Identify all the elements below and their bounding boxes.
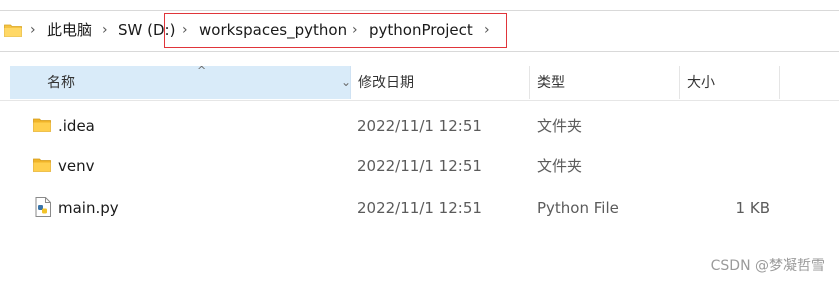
breadcrumb-item-this-pc[interactable]: 此电脑 [47,20,92,40]
column-header-date[interactable]: 修改日期 [358,74,414,92]
folder-icon [33,158,51,172]
file-size: 1 KB [735,199,770,217]
column-divider[interactable] [779,66,780,99]
file-type: Python File [537,199,619,217]
list-item[interactable]: main.py 2022/11/1 12:51 Python File 1 KB [0,188,839,228]
file-date: 2022/11/1 12:51 [357,157,482,175]
list-item[interactable]: .idea 2022/11/1 12:51 文件夹 [0,106,839,146]
chevron-right-icon[interactable]: › [102,20,108,40]
address-bar[interactable]: › 此电脑 › SW (D:) › workspaces_python › py… [0,10,839,52]
sort-ascending-icon: ^ [197,64,207,77]
file-name: venv [58,157,95,175]
column-header-type[interactable]: 类型 [537,74,565,92]
column-header-name-label: 名称 [47,75,75,91]
chevron-right-icon[interactable]: › [30,20,36,40]
chevron-down-icon[interactable]: ⌄ [341,75,351,89]
chevron-right-icon[interactable]: › [352,20,358,40]
column-header-size[interactable]: 大小 [687,74,715,92]
chevron-right-icon[interactable]: › [182,20,188,40]
breadcrumb-item-workspaces[interactable]: workspaces_python [199,20,347,40]
list-item[interactable]: venv 2022/11/1 12:51 文件夹 [0,146,839,186]
file-name: main.py [58,199,119,217]
file-type: 文件夹 [537,117,583,135]
column-header-row: ^ 名称 ⌄ 修改日期 类型 大小 [0,64,839,101]
watermark: CSDN @梦凝哲雪 [710,258,825,274]
column-divider[interactable] [679,66,680,99]
folder-icon [4,24,22,37]
file-type: 文件夹 [537,157,583,175]
column-header-name[interactable]: ^ 名称 ⌄ [10,64,351,99]
column-divider[interactable] [529,66,530,99]
folder-icon [33,118,51,132]
file-name: .idea [58,117,95,135]
python-file-icon [35,197,51,217]
file-date: 2022/11/1 12:51 [357,199,482,217]
chevron-right-icon[interactable]: › [484,20,490,40]
file-date: 2022/11/1 12:51 [357,117,482,135]
breadcrumb-item-drive[interactable]: SW (D:) [118,20,175,40]
breadcrumb-item-project[interactable]: pythonProject [369,20,473,40]
